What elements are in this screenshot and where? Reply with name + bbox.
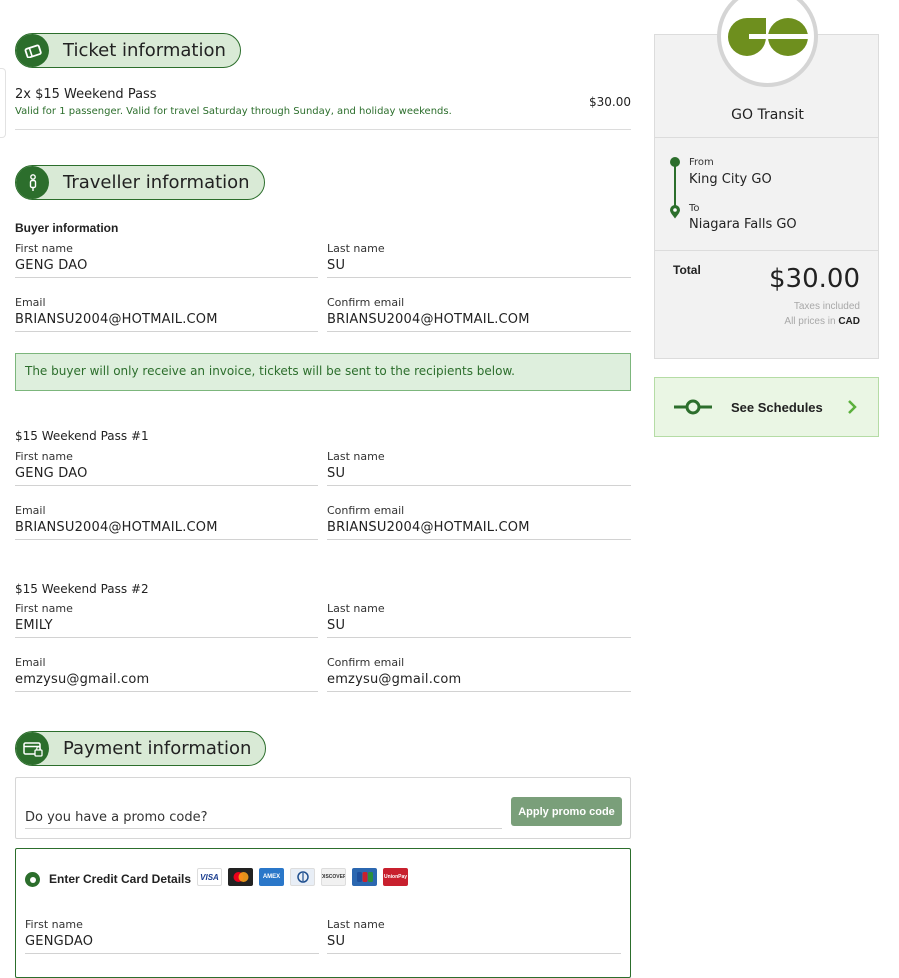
pass-1-first-name-field[interactable]: First name GENG DAO <box>15 450 318 486</box>
visa-card-icon: VISA <box>197 868 222 886</box>
buyer-last-name-field[interactable]: Last name SU <box>327 242 631 278</box>
field-label: Last name <box>327 450 385 463</box>
promo-code-box: Apply promo code <box>15 777 631 839</box>
amex-card-icon: AMEX <box>259 868 284 886</box>
card-first-name-field[interactable]: First name GENGDAO <box>25 918 319 954</box>
field-value: GENG DAO <box>15 466 88 481</box>
pass-1-last-name-field[interactable]: Last name SU <box>327 450 631 486</box>
field-label: Email <box>15 504 46 517</box>
field-label: Last name <box>327 242 385 255</box>
diners-card-icon <box>290 868 315 886</box>
ticket-price: $30.00 <box>589 95 631 109</box>
field-label: Email <box>15 296 46 309</box>
field-value: emzysu@gmail.com <box>15 672 150 687</box>
field-label: Last name <box>327 918 385 931</box>
field-value: SU <box>327 934 346 949</box>
field-value: BRIANSU2004@HOTMAIL.COM <box>327 312 530 327</box>
total-amount: $30.00 <box>769 264 860 294</box>
buyer-first-name-field[interactable]: First name GENG DAO <box>15 242 318 278</box>
origin-dot-icon <box>670 157 680 167</box>
promo-code-input[interactable] <box>25 806 502 829</box>
buyer-heading: Buyer information <box>15 221 119 235</box>
field-label: First name <box>25 918 83 931</box>
pass-2-heading: $15 Weekend Pass #2 <box>15 582 149 596</box>
pass-2-first-name-field[interactable]: First name EMILY <box>15 602 318 638</box>
buyer-confirm-email-field[interactable]: Confirm email BRIANSU2004@HOTMAIL.COM <box>327 296 631 332</box>
pass-2-email-field[interactable]: Email emzysu@gmail.com <box>15 656 318 692</box>
section-title: Ticket information <box>63 40 226 61</box>
pass-1-confirm-email-field[interactable]: Confirm email BRIANSU2004@HOTMAIL.COM <box>327 504 631 540</box>
field-value: BRIANSU2004@HOTMAIL.COM <box>15 520 218 535</box>
field-label: First name <box>15 450 73 463</box>
from-station: King City GO <box>689 172 772 187</box>
field-value: emzysu@gmail.com <box>327 672 462 687</box>
side-tab[interactable] <box>0 68 6 138</box>
taxes-note: Taxes included <box>793 301 860 312</box>
credit-card-panel: Enter Credit Card Details VISA AMEX DISC… <box>15 848 631 978</box>
unionpay-card-icon: UnionPay <box>383 868 408 886</box>
field-value: SU <box>327 618 346 633</box>
buyer-email-field[interactable]: Email BRIANSU2004@HOTMAIL.COM <box>15 296 318 332</box>
field-label: Confirm email <box>327 656 405 669</box>
field-label: First name <box>15 242 73 255</box>
section-title: Payment information <box>63 738 252 759</box>
pass-1-email-field[interactable]: Email BRIANSU2004@HOTMAIL.COM <box>15 504 318 540</box>
total-label: Total <box>673 263 701 277</box>
pass-2-confirm-email-field[interactable]: Confirm email emzysu@gmail.com <box>327 656 631 692</box>
field-value: BRIANSU2004@HOTMAIL.COM <box>15 312 218 327</box>
mastercard-icon <box>228 868 253 886</box>
to-label: To <box>689 203 700 214</box>
field-label: First name <box>15 602 73 615</box>
pass-1-heading: $15 Weekend Pass #1 <box>15 429 149 443</box>
ticket-line-item: 2x $15 Weekend Pass Valid for 1 passenge… <box>15 87 631 130</box>
go-logo-icon <box>727 17 809 56</box>
chevron-right-icon <box>848 400 857 414</box>
field-value: SU <box>327 258 346 273</box>
field-value: SU <box>327 466 346 481</box>
ticket-icon <box>16 34 49 67</box>
see-schedules-button[interactable]: See Schedules <box>654 377 879 437</box>
buyer-notice: The buyer will only receive an invoice, … <box>15 353 631 391</box>
jcb-card-icon <box>352 868 377 886</box>
from-label: From <box>689 157 714 168</box>
ticket-name: 2x $15 Weekend Pass <box>15 87 157 102</box>
person-icon <box>16 166 49 199</box>
currency-note: All prices in CAD <box>784 316 860 327</box>
to-station: Niagara Falls GO <box>689 217 797 232</box>
field-label: Confirm email <box>327 504 405 517</box>
payment-section-header: Payment information <box>15 731 267 766</box>
payment-card-icon <box>16 732 49 765</box>
credit-card-radio[interactable] <box>25 872 40 887</box>
field-value: GENG DAO <box>15 258 88 273</box>
destination-pin-icon <box>670 205 680 219</box>
currency-code: CAD <box>838 316 860 327</box>
section-title: Traveller information <box>63 172 250 193</box>
field-label: Last name <box>327 602 385 615</box>
field-label: Confirm email <box>327 296 405 309</box>
route-stop-icon <box>674 399 712 415</box>
field-label: Email <box>15 656 46 669</box>
traveller-section-header: Traveller information <box>15 165 265 200</box>
card-brand-list: VISA AMEX DISCOVER UnionPay <box>197 868 408 886</box>
credit-card-option-label: Enter Credit Card Details <box>49 872 192 886</box>
card-last-name-field[interactable]: Last name SU <box>327 918 621 954</box>
currency-prefix: All prices in <box>784 316 836 327</box>
see-schedules-label: See Schedules <box>731 400 823 415</box>
ticket-description: Valid for 1 passenger. Valid for travel … <box>15 106 452 117</box>
pass-2-last-name-field[interactable]: Last name SU <box>327 602 631 638</box>
field-value: EMILY <box>15 618 53 633</box>
divider <box>655 137 878 138</box>
field-value: GENGDAO <box>25 934 94 949</box>
field-value: BRIANSU2004@HOTMAIL.COM <box>327 520 530 535</box>
discover-card-icon: DISCOVER <box>321 868 346 886</box>
ticket-section-header: Ticket information <box>15 33 241 68</box>
divider <box>655 250 878 251</box>
operator-name: GO Transit <box>731 107 804 123</box>
apply-promo-button[interactable]: Apply promo code <box>511 797 622 826</box>
